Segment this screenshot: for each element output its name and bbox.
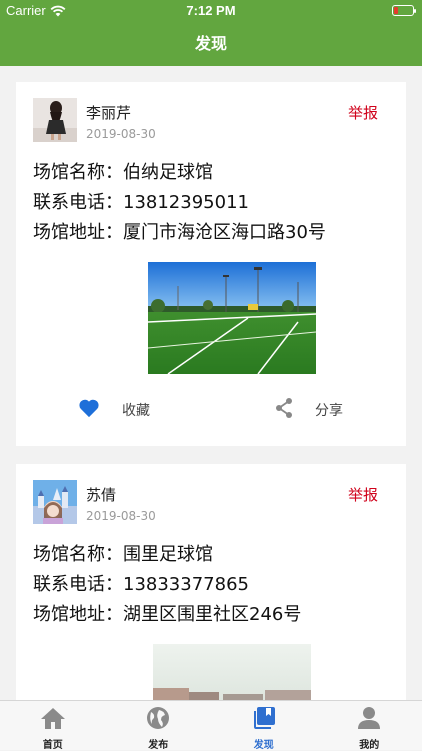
- post-author: 苏倩: [86, 484, 116, 505]
- share-button[interactable]: 分享: [315, 400, 343, 420]
- battery-icon: [392, 5, 414, 16]
- post-card[interactable]: 李丽芹 2019-08-30 举报 场馆名称：伯纳足球馆 联系电话：138123…: [16, 82, 406, 446]
- venue-address: 场馆地址：厦门市海沧区海口路30号: [33, 218, 326, 244]
- share-icon[interactable]: [274, 397, 294, 419]
- avatar[interactable]: [33, 480, 77, 524]
- tab-mine[interactable]: 我的: [317, 701, 422, 750]
- globe-icon: [145, 706, 171, 730]
- avatar[interactable]: [33, 98, 77, 142]
- post-date: 2019-08-30: [86, 509, 156, 523]
- venue-phone: 联系电话：13812395011: [33, 188, 249, 214]
- venue-phone: 联系电话：13833377865: [33, 570, 249, 596]
- tab-publish[interactable]: 发布: [106, 701, 212, 750]
- report-button[interactable]: 举报: [348, 102, 378, 123]
- person-icon: [356, 706, 382, 730]
- status-time: 7:12 PM: [0, 3, 422, 18]
- favorite-heart-icon[interactable]: [78, 398, 100, 418]
- book-icon: [251, 706, 277, 730]
- report-button[interactable]: 举报: [348, 484, 378, 505]
- status-bar: Carrier 7:12 PM: [0, 0, 422, 22]
- favorite-button[interactable]: 收藏: [122, 400, 150, 420]
- venue-photo[interactable]: [148, 262, 316, 374]
- post-date: 2019-08-30: [86, 127, 156, 141]
- venue-name: 场馆名称：伯纳足球馆: [33, 158, 213, 184]
- post-card[interactable]: 苏倩 2019-08-30 举报 场馆名称：围里足球馆 联系电话：1383337…: [16, 464, 406, 724]
- tab-label: 发布: [106, 736, 212, 751]
- top-bar: Carrier 7:12 PM 发现: [0, 0, 422, 66]
- venue-address: 场馆地址：湖里区围里社区246号: [33, 600, 301, 626]
- tab-discover[interactable]: 发现: [211, 701, 317, 750]
- tab-label: 首页: [0, 736, 106, 751]
- tab-home[interactable]: 首页: [0, 701, 106, 750]
- home-icon: [40, 706, 66, 730]
- venue-name: 场馆名称：围里足球馆: [33, 540, 213, 566]
- tab-bar: 首页 发布 发现 我的: [0, 700, 422, 750]
- page-title: 发现: [0, 30, 422, 54]
- tab-label: 我的: [317, 736, 422, 751]
- tab-label: 发现: [211, 736, 317, 751]
- post-author: 李丽芹: [86, 102, 131, 123]
